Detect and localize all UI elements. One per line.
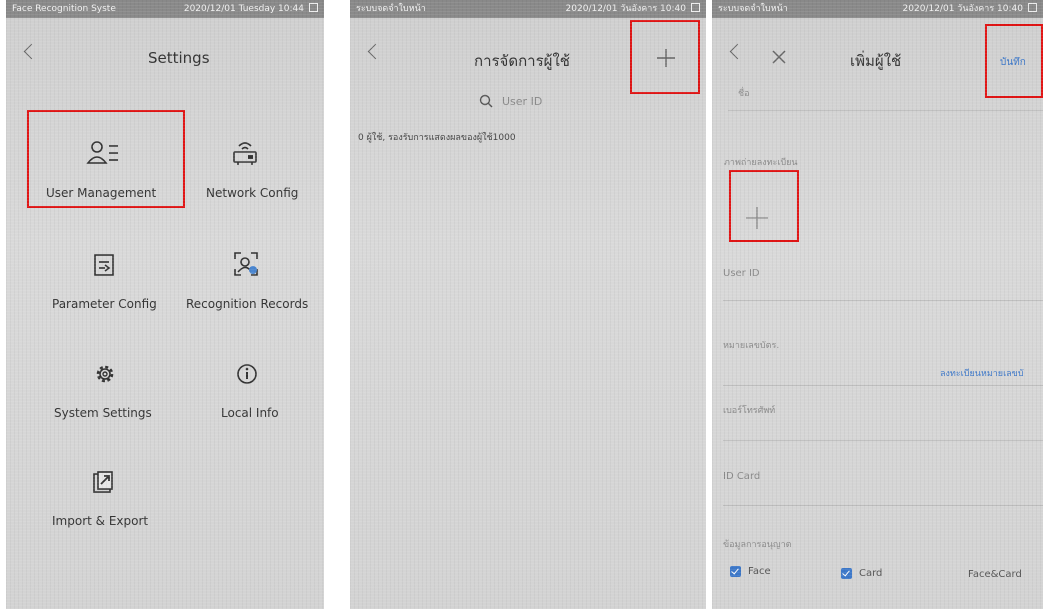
gear-icon: [96, 365, 114, 383]
status-app-name: ระบบจดจำใบหน้า: [718, 4, 788, 14]
page-title: เพิ่มผู้ใช้: [850, 52, 902, 70]
highlight-box: [729, 170, 799, 242]
user-management-screen: ระบบจดจำใบหน้า 2020/12/01 วันอังคาร 10:4…: [350, 0, 706, 609]
user-id-label: User ID: [723, 268, 760, 279]
id-card-label: ID Card: [723, 471, 761, 482]
phone-label: เบอร์โทรศัพท์: [723, 406, 776, 416]
user-count-text: 0 ผู้ใช้, รองรับการแสดงผลของผู้ใช้1000: [358, 133, 516, 143]
name-label: ชื่อ: [738, 89, 750, 99]
tile-label: Parameter Config: [52, 297, 157, 311]
face-scan-icon: [234, 252, 258, 276]
back-icon[interactable]: [367, 43, 384, 60]
face-card-option[interactable]: Face&Card: [968, 569, 1022, 580]
register-card-link[interactable]: ลงทะเบียนหมายเลขบั: [940, 366, 1024, 380]
status-bar: ระบบจดจำใบหน้า 2020/12/01 วันอังคาร 10:4…: [712, 0, 1043, 18]
back-icon[interactable]: [729, 43, 746, 60]
tile-label: System Settings: [54, 406, 152, 420]
save-icon: [691, 3, 700, 12]
id-card-field[interactable]: [723, 505, 1043, 506]
card-checkbox[interactable]: [841, 568, 852, 579]
phone-field[interactable]: [723, 440, 1043, 441]
parameter-icon: [94, 254, 114, 276]
photo-label: ภาพถ่ายลงทะเบียน: [724, 158, 798, 168]
highlight-box: [985, 24, 1043, 98]
status-bar: ระบบจดจำใบหน้า 2020/12/01 วันอังคาร 10:4…: [350, 0, 706, 18]
name-field[interactable]: [728, 110, 1043, 111]
import-export-icon: [93, 471, 113, 493]
face-option-label: Face: [748, 566, 771, 577]
card-number-field[interactable]: [723, 385, 1043, 386]
router-icon: [233, 142, 257, 165]
status-app-name: Face Recognition Syste: [12, 4, 116, 14]
save-icon: [1028, 3, 1037, 12]
status-datetime: 2020/12/01 วันอังคาร 10:40: [565, 4, 686, 14]
highlight-box: [27, 110, 185, 208]
highlight-box: [630, 20, 700, 94]
status-app-name: ระบบจดจำใบหน้า: [356, 4, 426, 14]
search-placeholder: User ID: [502, 95, 543, 108]
search-icon: [479, 94, 493, 108]
page-title: การจัดการผู้ใช้: [474, 52, 570, 70]
status-bar: Face Recognition Syste 2020/12/01 Tuesda…: [6, 0, 324, 18]
settings-screen: Face Recognition Syste 2020/12/01 Tuesda…: [6, 0, 324, 609]
save-icon: [309, 3, 318, 12]
face-checkbox[interactable]: [730, 566, 741, 577]
card-option-label: Card: [859, 568, 883, 579]
status-datetime: 2020/12/01 Tuesday 10:44: [183, 4, 304, 14]
add-user-screen: ระบบจดจำใบหน้า 2020/12/01 วันอังคาร 10:4…: [712, 0, 1043, 609]
back-icon[interactable]: [23, 43, 40, 60]
page-title: Settings: [148, 49, 210, 67]
info-icon: [237, 364, 257, 384]
card-number-label: หมายเลขบัตร.: [723, 341, 780, 351]
tile-label: Recognition Records: [186, 297, 309, 311]
tile-label: Network Config: [206, 186, 299, 200]
tile-label: Local Info: [221, 406, 279, 420]
status-datetime: 2020/12/01 วันอังคาร 10:40: [902, 4, 1023, 14]
close-icon[interactable]: [772, 50, 786, 64]
user-id-field[interactable]: [723, 300, 1043, 301]
permission-label: ข้อมูลการอนุญาต: [723, 540, 792, 550]
tile-label: Import & Export: [52, 514, 149, 528]
